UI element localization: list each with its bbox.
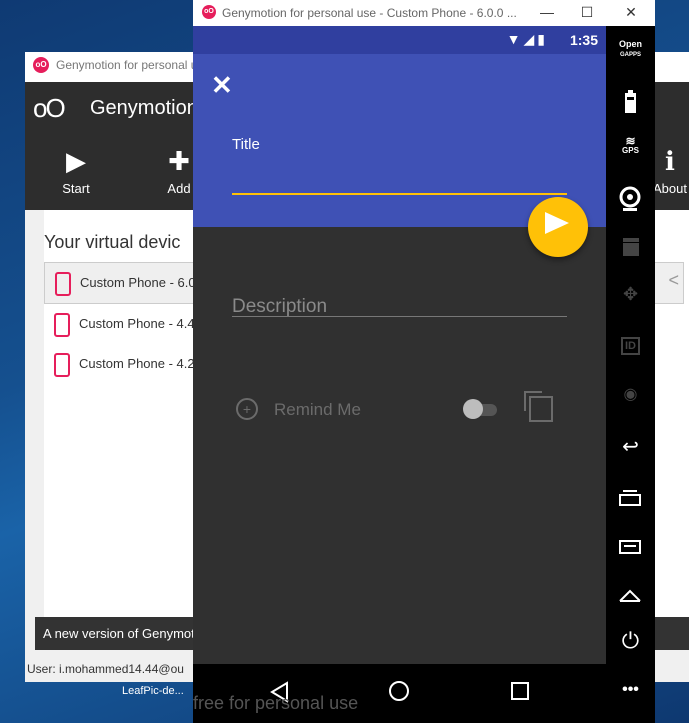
alarm-add-icon: +: [236, 398, 258, 420]
start-label: Start: [62, 181, 90, 196]
user-status: User: i.mohammed14.44@ou: [27, 662, 184, 676]
emulator-side-toolbar: Open GAPPS ≋ GPS ✥ ID ◉ ↩ ⏻ •••: [606, 26, 655, 723]
copy-icon[interactable]: [524, 391, 553, 422]
device-name: Custom Phone - 4.4: [79, 316, 195, 331]
emulator-window: oO Genymotion for personal use - Custom …: [193, 0, 655, 723]
send-button[interactable]: [528, 197, 588, 257]
toggle-knob: [463, 399, 483, 419]
genymotion-brand-logo: oO: [33, 93, 66, 123]
close-icon[interactable]: ✕: [211, 70, 233, 101]
phone-icon: [54, 353, 70, 377]
signal-battery-icons: ▼◢▮: [506, 31, 548, 47]
genymotion-logo-icon: oO: [33, 57, 49, 73]
emulator-window-title: Genymotion for personal use - Custom Pho…: [222, 6, 517, 20]
title-input[interactable]: [232, 193, 567, 195]
emulator-titlebar: oO Genymotion for personal use - Custom …: [193, 0, 655, 26]
remind-me-label: Remind Me: [274, 400, 361, 419]
open-gapps-button[interactable]: Open GAPPS: [606, 40, 655, 80]
remind-toggle[interactable]: [463, 399, 497, 419]
more-icon[interactable]: •••: [606, 681, 655, 721]
menu-icon[interactable]: [606, 531, 655, 571]
recent-apps-icon[interactable]: [606, 481, 655, 521]
webcam-icon[interactable]: [606, 181, 655, 221]
dpad-icon: ✥: [622, 284, 639, 304]
disk-icon: ◉: [623, 386, 638, 403]
power-icon[interactable]: ⏻: [606, 628, 655, 668]
personal-use-watermark: free for personal use: [193, 693, 359, 713]
manager-window-title: Genymotion for personal u: [56, 58, 198, 72]
title-field-label: Title: [232, 136, 260, 153]
share-icon[interactable]: <: [668, 270, 679, 291]
phone-icon: [54, 313, 70, 337]
play-icon: ▶: [66, 146, 86, 176]
start-button[interactable]: ▶ Start: [31, 135, 121, 196]
description-input[interactable]: Description: [232, 296, 327, 318]
id-icon: ID: [606, 331, 655, 371]
minimize-button[interactable]: —: [527, 1, 567, 25]
nav-home-icon[interactable]: [389, 681, 409, 701]
description-underline: [232, 316, 567, 317]
genymotion-logo-icon: oO: [202, 5, 216, 19]
device-list-heading: Your virtual devic: [44, 232, 181, 252]
battery-icon[interactable]: [606, 86, 655, 126]
android-status-bar: ▼◢▮ 1:35: [193, 26, 606, 54]
maximize-button[interactable]: ☐: [567, 1, 607, 25]
status-time: 1:35: [569, 32, 598, 48]
genymotion-brand-name: Genymotion: [90, 97, 198, 119]
phone-icon: [55, 272, 71, 296]
remind-row: + Remind Me: [232, 391, 572, 428]
clapperboard-icon: [623, 238, 639, 256]
home-icon[interactable]: [606, 579, 655, 619]
back-icon[interactable]: ↩: [606, 434, 655, 474]
android-screen: ▼◢▮ 1:35 ✕ Title Description + Remind Me: [193, 26, 606, 664]
device-name: Custom Phone - 4.2: [79, 356, 195, 371]
nav-recents-icon[interactable]: [511, 682, 529, 700]
close-window-button[interactable]: ✕: [611, 1, 651, 25]
desktop-icon-label[interactable]: LeafPic-de...: [122, 685, 184, 697]
gps-button[interactable]: ≋ GPS: [606, 135, 655, 176]
send-icon: [545, 212, 569, 234]
device-name: Custom Phone - 6.0: [80, 275, 196, 290]
